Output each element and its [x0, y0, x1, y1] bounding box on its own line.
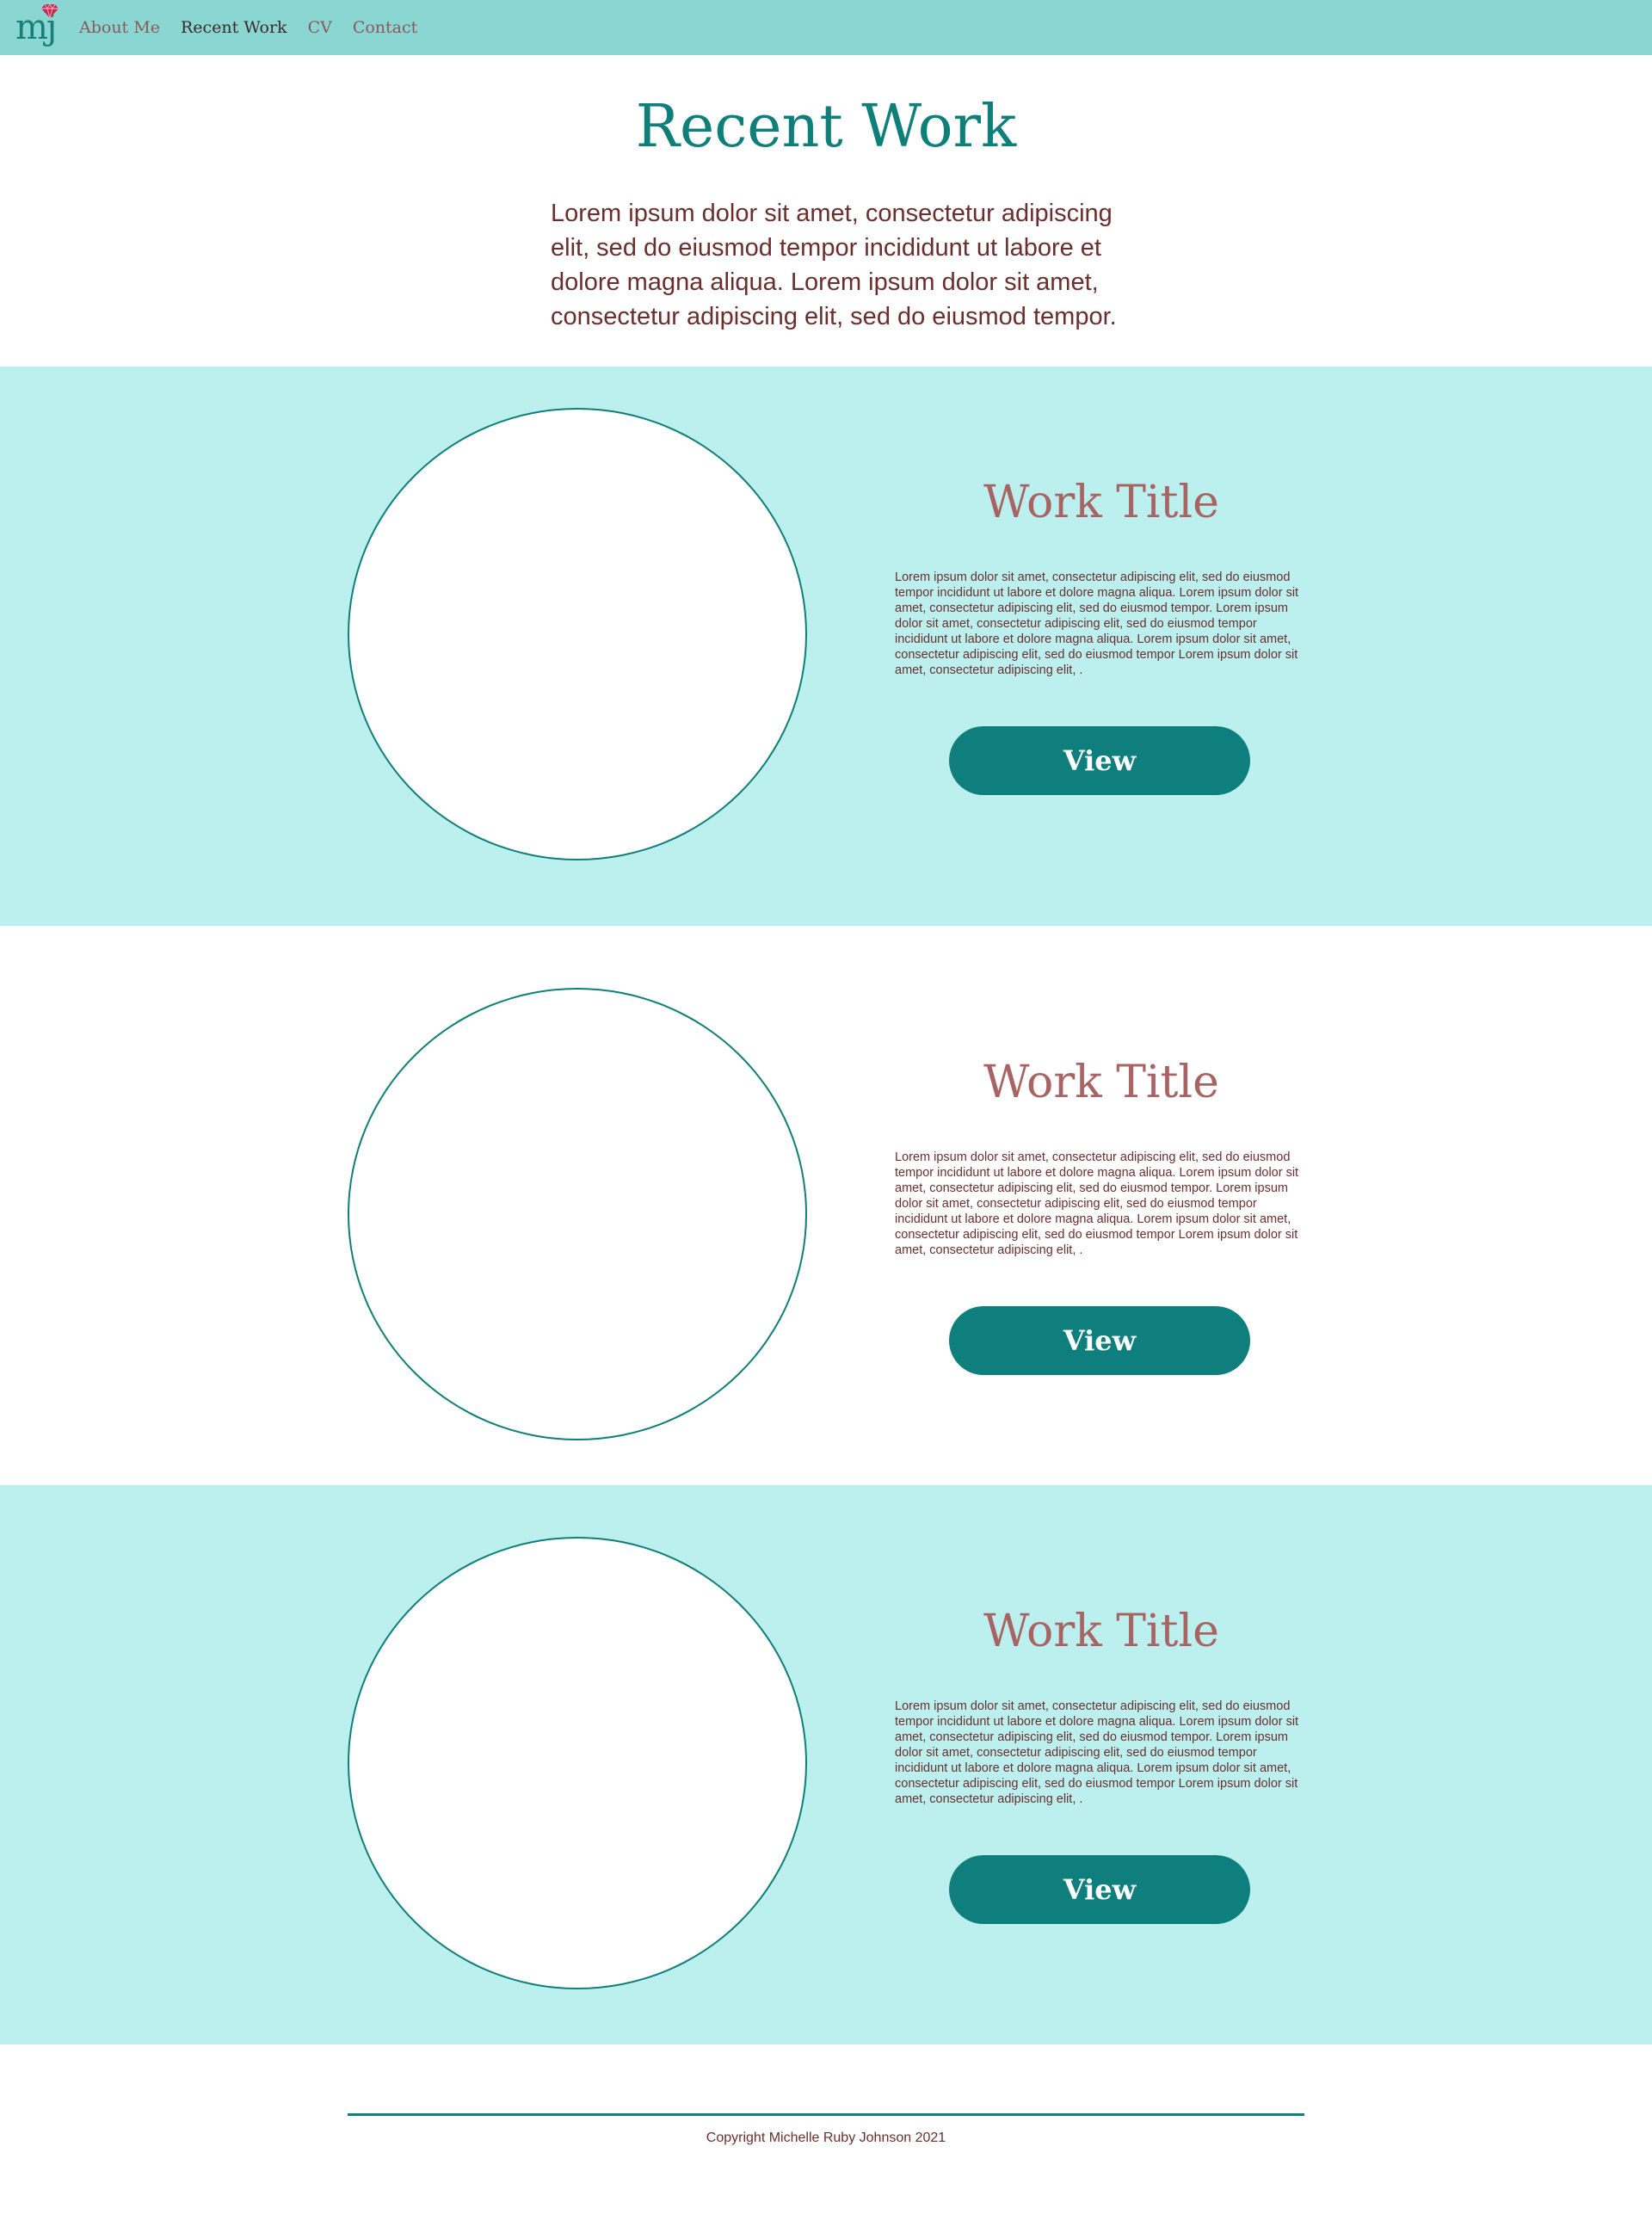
work-description: Lorem ipsum dolor sit amet, consectetur …	[895, 570, 1299, 677]
work-title: Work Title	[983, 477, 1219, 528]
intro-paragraph: Lorem ipsum dolor sit amet, consectetur …	[551, 200, 1117, 330]
logo[interactable]: mj	[15, 2, 60, 50]
work-image-placeholder	[348, 408, 807, 860]
nav-link-about-me[interactable]: About Me	[79, 18, 160, 37]
view-button[interactable]: View	[949, 1306, 1250, 1375]
work-title: Work Title	[983, 1606, 1219, 1657]
work-section: Work Title Lorem ipsum dolor sit amet, c…	[0, 1485, 1652, 2044]
top-navigation: mj About Me Recent Work CV Contact	[0, 0, 1652, 55]
work-image-placeholder	[348, 988, 807, 1440]
nav-link-cv[interactable]: CV	[308, 18, 332, 37]
work-description: Lorem ipsum dolor sit amet, consectetur …	[895, 1699, 1299, 1806]
footer-divider	[348, 2113, 1304, 2116]
copyright-text: Copyright Michelle Ruby Johnson 2021	[706, 2131, 946, 2145]
work-image-placeholder	[348, 1537, 807, 1989]
work-description: Lorem ipsum dolor sit amet, consectetur …	[895, 1150, 1299, 1257]
work-section: Work Title Lorem ipsum dolor sit amet, c…	[0, 367, 1652, 926]
work-title: Work Title	[983, 1057, 1219, 1108]
page-title: Recent Work	[635, 93, 1017, 161]
nav-link-recent-work[interactable]: Recent Work	[181, 18, 287, 37]
gem-icon	[41, 3, 59, 19]
view-button[interactable]: View	[949, 1855, 1250, 1924]
view-button[interactable]: View	[949, 726, 1250, 795]
work-section: Work Title Lorem ipsum dolor sit amet, c…	[0, 926, 1652, 1485]
nav-link-contact[interactable]: Contact	[353, 18, 417, 37]
nav-links: About Me Recent Work CV Contact	[79, 0, 417, 55]
